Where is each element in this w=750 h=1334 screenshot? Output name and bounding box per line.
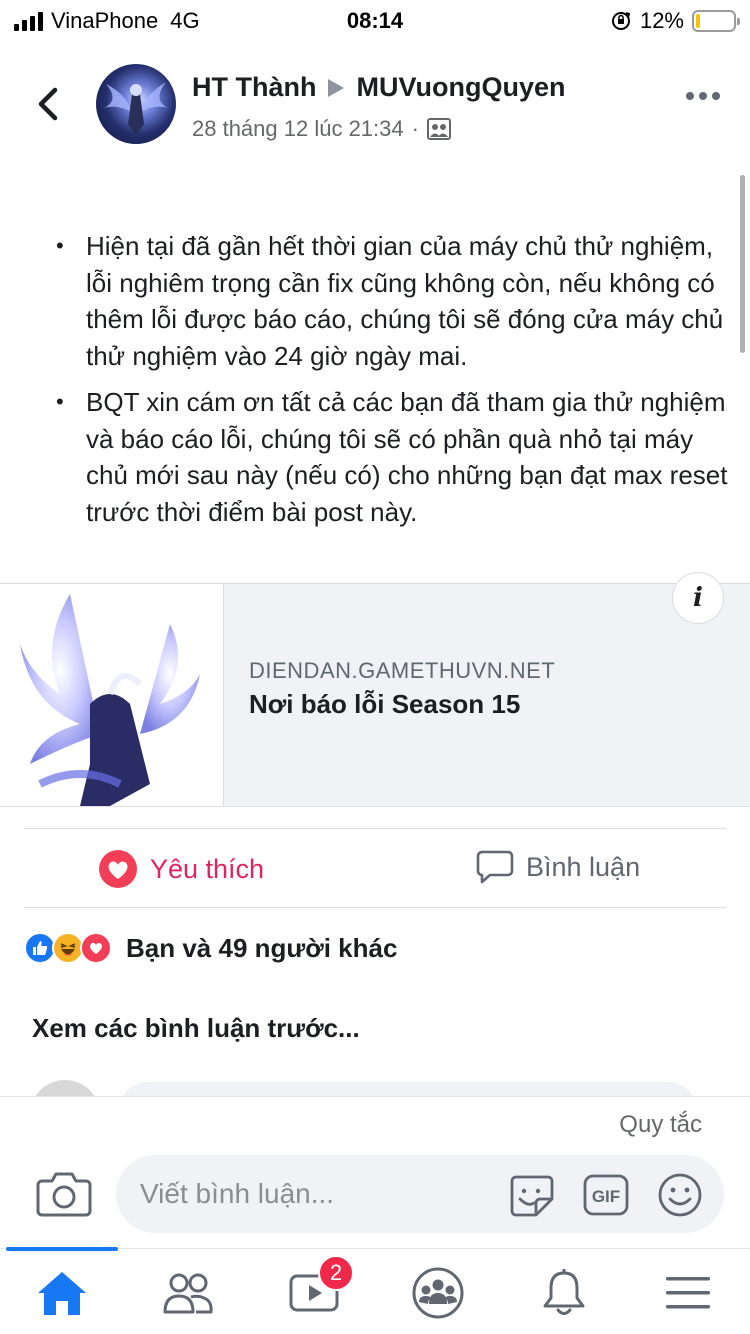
action-bar: Yêu thích Bình luận <box>24 828 726 908</box>
post-meta: 28 tháng 12 lúc 21:34 · <box>192 116 451 142</box>
svg-text:GIF: GIF <box>592 1187 620 1206</box>
gif-icon: GIF <box>583 1174 629 1216</box>
view-previous-comments[interactable]: Xem các bình luận trước... <box>32 1013 360 1044</box>
reactions-text: Bạn và 49 người khác <box>126 932 398 963</box>
link-preview[interactable]: DIENDAN.GAMETHUVN.NET Nơi báo lỗi Season… <box>0 572 750 807</box>
chevron-left-icon <box>38 87 58 121</box>
back-button[interactable] <box>28 82 68 126</box>
post-body: Hiện tại đã gần hết thời gian của máy ch… <box>56 228 736 540</box>
dot <box>686 92 694 100</box>
post-bullet-list: Hiện tại đã gần hết thời gian của máy ch… <box>56 228 736 530</box>
author-name[interactable]: HT Thành <box>192 72 316 103</box>
gif-button[interactable]: GIF <box>582 1171 630 1219</box>
emoji-icon <box>658 1173 702 1217</box>
tab-groups[interactable] <box>408 1265 468 1321</box>
post-bullet: Hiện tại đã gần hết thời gian của máy ch… <box>56 228 736 374</box>
link-title: Nơi báo lỗi Season 15 <box>249 689 521 719</box>
love-reaction-icon <box>99 850 137 888</box>
post-title: HT Thành MUVuongQuyen <box>192 72 565 103</box>
reaction-icons <box>24 932 112 964</box>
link-thumbnail <box>0 584 224 806</box>
status-bar: VinaPhone 4G 08:14 12% <box>0 0 750 44</box>
tab-home[interactable] <box>32 1265 92 1321</box>
post-bullet: BQT xin cám ơn tất cả các bạn đã tham gi… <box>56 384 736 530</box>
link-domain: DIENDAN.GAMETHUVN.NET <box>249 658 556 683</box>
comment-button[interactable]: Bình luận <box>476 849 640 885</box>
post-timestamp[interactable]: 28 tháng 12 lúc 21:34 <box>192 116 404 142</box>
comment-input-wrapper: GIF <box>116 1155 724 1233</box>
bottom-tab-bar: 2 <box>0 1247 750 1334</box>
post-header: HT Thành MUVuongQuyen 28 tháng 12 lúc 21… <box>0 60 750 152</box>
author-avatar[interactable] <box>96 64 176 144</box>
love-icon <box>80 932 112 964</box>
groups-icon <box>412 1267 464 1319</box>
tab-menu[interactable] <box>658 1265 718 1321</box>
menu-icon <box>666 1277 710 1309</box>
rotation-lock-icon <box>611 12 631 30</box>
like-button[interactable]: Yêu thích <box>98 849 264 889</box>
rules-link[interactable]: Quy tắc <box>619 1111 702 1139</box>
friends-icon <box>163 1273 213 1314</box>
dot <box>699 92 707 100</box>
comment-composer: Quy tắc GIF <box>0 1096 750 1248</box>
thumbnail-image <box>20 594 200 806</box>
tab-friends[interactable] <box>158 1265 218 1321</box>
home-icon <box>38 1272 86 1315</box>
emoji-button[interactable] <box>656 1171 704 1219</box>
info-icon: i <box>693 583 703 613</box>
comment-input[interactable] <box>140 1169 500 1219</box>
battery-percent: 12% <box>639 8 684 33</box>
camera-button[interactable] <box>36 1169 92 1219</box>
reactions-summary[interactable]: Bạn và 49 người khác <box>24 932 397 964</box>
dot <box>712 92 720 100</box>
sticker-icon <box>510 1175 554 1217</box>
sticker-button[interactable] <box>508 1171 556 1219</box>
battery-level <box>696 14 700 28</box>
camera-icon <box>36 1172 92 1217</box>
more-options-button[interactable] <box>686 92 720 100</box>
tab-watch[interactable]: 2 <box>284 1255 354 1321</box>
avatar-image <box>104 82 168 136</box>
status-bar-right: 12% <box>610 8 740 34</box>
group-name[interactable]: MUVuongQuyen <box>356 72 565 103</box>
info-button[interactable]: i <box>672 572 724 624</box>
notifications-icon <box>543 1269 585 1315</box>
notification-badge: 2 <box>318 1255 354 1291</box>
tab-notifications[interactable] <box>534 1265 594 1321</box>
scroll-indicator[interactable] <box>740 175 745 353</box>
active-tab-indicator <box>6 1247 118 1251</box>
group-icon <box>426 118 451 140</box>
battery-icon <box>692 10 740 32</box>
comment-label: Bình luận <box>526 851 641 882</box>
meta-separator: · <box>411 116 419 141</box>
arrow-right-icon <box>328 78 345 97</box>
like-label: Yêu thích <box>150 853 265 884</box>
comment-icon <box>476 850 514 884</box>
